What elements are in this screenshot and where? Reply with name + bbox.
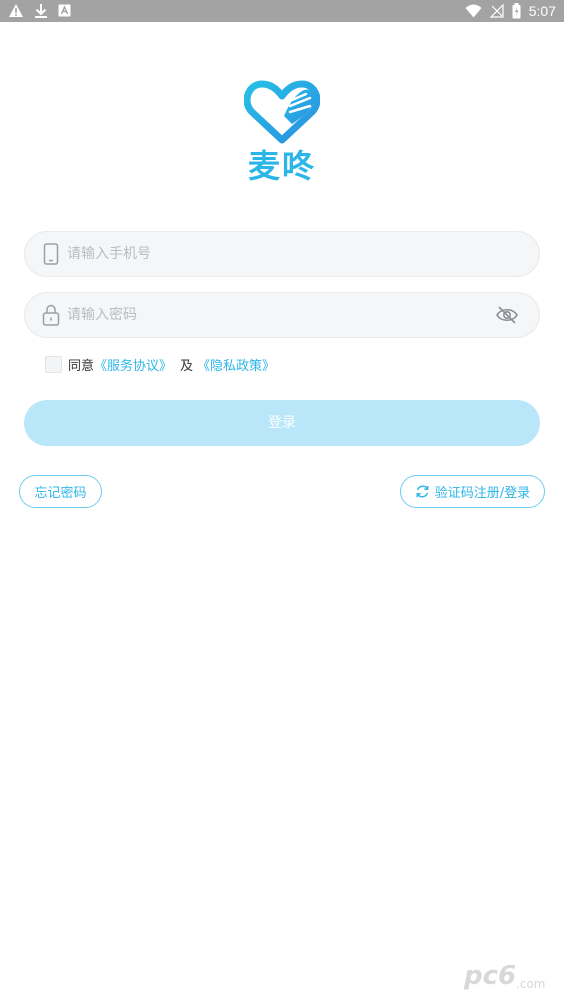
- refresh-icon: [416, 485, 429, 498]
- agree-and: 及: [180, 358, 194, 374]
- forgot-password-label: 忘记密码: [34, 486, 87, 501]
- status-bar: 5:07: [0, 0, 564, 22]
- pc6-watermark: pc6 .com: [463, 958, 554, 992]
- app-name: 麦咚: [247, 147, 316, 185]
- service-agreement-link[interactable]: 《服务协议》: [94, 355, 172, 374]
- eye-hidden-icon[interactable]: [495, 305, 519, 325]
- phone-field[interactable]: [24, 231, 540, 277]
- password-input[interactable]: [67, 293, 487, 337]
- warning-icon: [8, 3, 24, 18]
- phone-input[interactable]: [67, 232, 487, 276]
- sms-login-label: 验证码注册/登录: [434, 486, 531, 501]
- app-notification-icon: [58, 4, 71, 17]
- agree-prefix: 同意: [68, 358, 95, 374]
- forgot-password-button[interactable]: 忘记密码: [19, 475, 102, 508]
- agreement-row: 同意 《服务协议》 及 《隐私政策》: [45, 354, 275, 374]
- heart-hand-icon: [244, 80, 320, 144]
- no-signal-icon: [489, 4, 504, 18]
- phone-icon: [43, 243, 59, 265]
- wifi-icon: [465, 4, 482, 18]
- agree-checkbox[interactable]: [45, 355, 62, 373]
- privacy-policy-link[interactable]: 《隐私政策》: [197, 355, 275, 374]
- status-time: 5:07: [528, 3, 556, 19]
- lock-icon: [42, 304, 60, 326]
- login-button[interactable]: 登录: [24, 400, 540, 446]
- sms-login-button[interactable]: 验证码注册/登录: [400, 475, 545, 508]
- download-icon: [34, 3, 48, 18]
- password-field[interactable]: [24, 292, 540, 338]
- battery-icon: [512, 3, 521, 19]
- watermark-subtext: .com: [516, 977, 545, 991]
- watermark-text: pc6: [464, 961, 516, 991]
- app-logo: 麦咚: [244, 76, 320, 188]
